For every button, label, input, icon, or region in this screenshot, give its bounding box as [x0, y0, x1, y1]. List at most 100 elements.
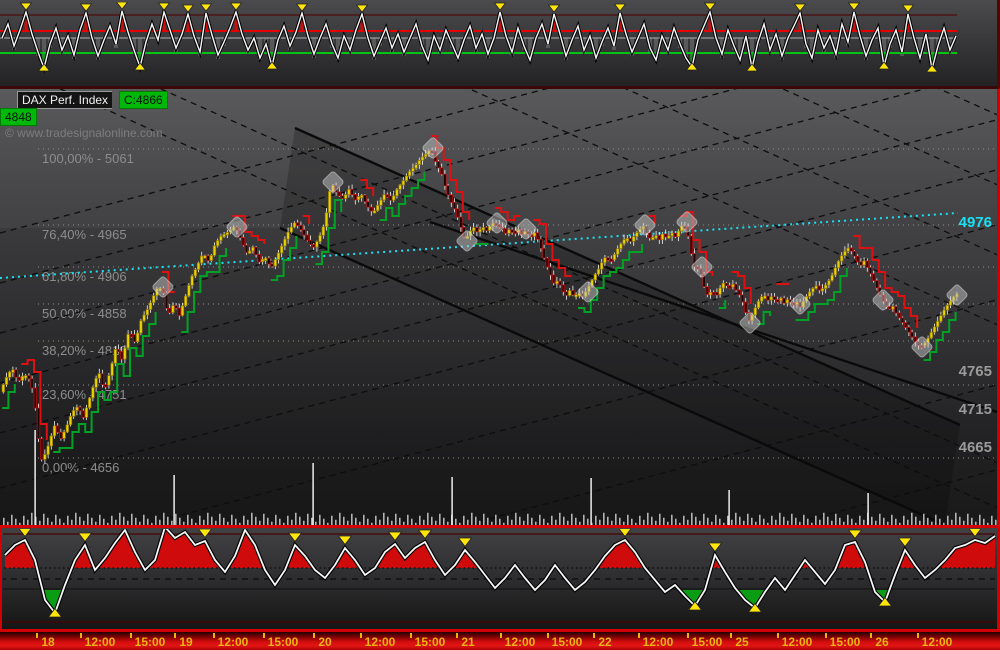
volume-bar — [159, 520, 161, 525]
volume-bar — [771, 516, 773, 525]
volume-bar — [39, 521, 41, 525]
volume-bar — [747, 514, 749, 525]
volume-bar — [511, 520, 513, 525]
candle-down — [117, 349, 120, 352]
volume-bar — [903, 516, 905, 525]
candle-down — [504, 229, 507, 234]
candle-down — [485, 228, 488, 231]
candle-up — [108, 376, 111, 386]
time-axis-label: 12:00 — [365, 635, 396, 649]
volume-bar — [91, 518, 93, 525]
cyan-price-label: 4976 — [959, 214, 992, 231]
candle-up — [556, 281, 559, 284]
candle-up — [760, 297, 763, 301]
volume-spike — [451, 477, 452, 525]
volume-bar — [571, 514, 573, 525]
volume-bar — [235, 519, 237, 525]
volume-bar — [391, 521, 393, 525]
volume-bar — [19, 523, 21, 525]
candle-down — [536, 233, 539, 239]
candle-down — [572, 291, 575, 295]
candle-down — [744, 302, 747, 312]
volume-bar — [119, 513, 121, 525]
volume-bar — [167, 517, 169, 525]
time-axis-label: 12:00 — [922, 635, 953, 649]
time-axis-label: 18 — [41, 635, 54, 649]
volume-bar — [339, 513, 341, 525]
volume-bar — [223, 518, 225, 525]
volume-bar — [219, 514, 221, 525]
volume-bar — [515, 513, 517, 525]
candle-up — [840, 256, 843, 262]
candle-up — [933, 327, 936, 333]
copyright-text: © www.tradesignalonline.com — [5, 126, 163, 140]
candle-up — [24, 376, 27, 379]
time-axis-label: 26 — [875, 635, 888, 649]
candle-down — [911, 332, 914, 337]
candle-down — [607, 258, 610, 261]
candle-up — [287, 232, 290, 239]
time-axis-tick — [36, 633, 38, 638]
candle-up — [143, 315, 146, 321]
volume-bar — [679, 523, 681, 525]
price-scale-label: 4765 — [959, 363, 992, 380]
volume-bar — [407, 515, 409, 525]
candle-up — [76, 407, 79, 410]
time-axis-label: 19 — [179, 635, 192, 649]
candle-up — [671, 233, 674, 236]
signal-triangle-icon — [339, 536, 352, 544]
time-axis-tick — [593, 633, 595, 638]
candle-up — [280, 246, 283, 253]
volume-bar — [387, 517, 389, 525]
candle-up — [220, 236, 223, 240]
candle-down — [456, 209, 459, 217]
volume-bar — [643, 520, 645, 525]
volume-bar — [863, 520, 865, 525]
candle-down — [853, 251, 856, 256]
signal-triangle-icon — [899, 538, 912, 546]
bottom-oscillator-layer — [0, 515, 995, 622]
candle-up — [66, 425, 69, 432]
volume-bar — [175, 514, 177, 525]
volume-spike — [728, 490, 729, 525]
volume-bar — [371, 523, 373, 525]
volume-bar — [15, 519, 17, 525]
volume-spike — [867, 493, 868, 525]
volume-bar — [703, 514, 705, 525]
candle-up — [575, 295, 578, 298]
volume-bar — [663, 518, 665, 525]
instrument-title[interactable]: DAX Perf. Index — [17, 91, 112, 109]
time-axis-tick — [213, 633, 215, 638]
volume-bar — [987, 523, 989, 525]
volume-bar — [271, 522, 273, 525]
candle-up — [508, 230, 511, 234]
candle-down — [767, 296, 770, 300]
candle-up — [376, 205, 379, 210]
candle-up — [114, 349, 117, 363]
volume-bar — [943, 523, 945, 525]
candle-up — [936, 321, 939, 327]
candle-up — [5, 377, 8, 384]
candle-down — [28, 376, 31, 379]
candle-up — [204, 256, 207, 259]
volume-bar — [415, 523, 417, 525]
volume-bar — [475, 517, 477, 525]
candle-down — [648, 233, 651, 238]
candle-up — [2, 385, 5, 392]
volume-bar — [179, 518, 181, 525]
time-axis-label: 22 — [598, 635, 611, 649]
volume-bar — [539, 515, 541, 525]
candle-up — [815, 286, 818, 289]
volume-bar — [683, 516, 685, 525]
candle-down — [82, 411, 85, 418]
candle-down — [876, 281, 879, 288]
trading-chart-window: 1812:0015:001912:0015:002012:0015:002112… — [0, 0, 1000, 650]
candle-up — [636, 233, 639, 237]
candle-down — [101, 374, 104, 385]
volume-bar — [75, 513, 77, 525]
volume-bar — [611, 521, 613, 525]
candle-up — [568, 291, 571, 296]
candle-down — [453, 202, 456, 208]
candle-up — [63, 432, 66, 438]
candle-up — [943, 310, 946, 316]
